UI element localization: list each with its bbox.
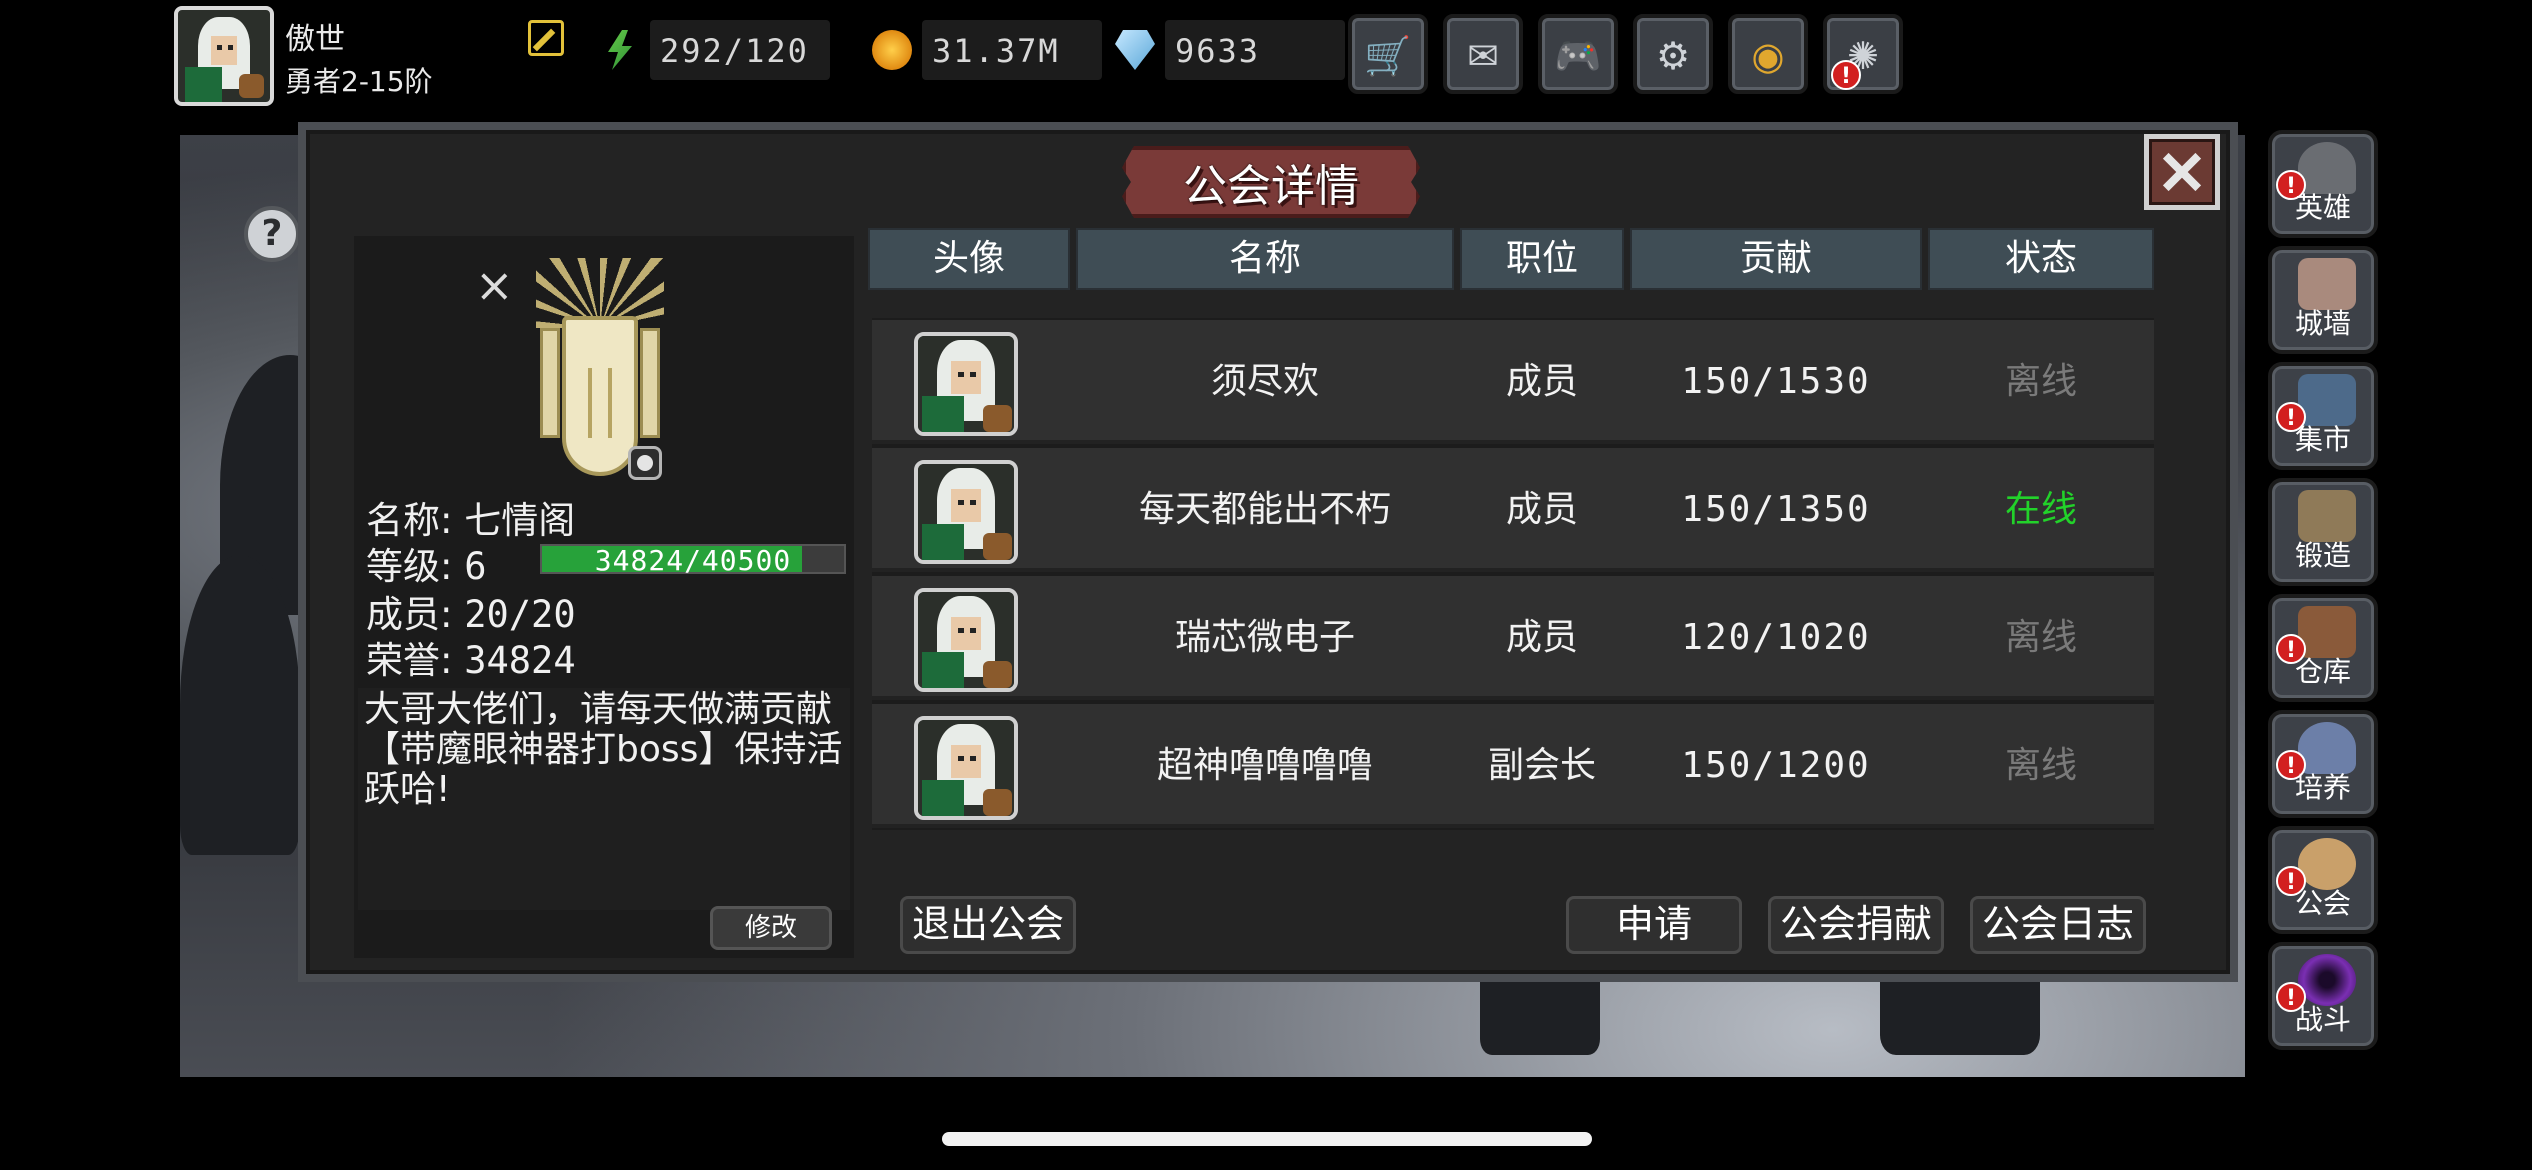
side-item-battle[interactable]: ! 战斗 — [2268, 942, 2378, 1050]
column-header-avatar: 头像 — [868, 228, 1070, 290]
gamepad-icon: 🎮 — [1554, 34, 1602, 78]
aperture-button[interactable]: ◉ — [1728, 14, 1808, 94]
top-bar: 傲世 勇者2-15阶 292/120 31.37M 9633 🛒 ✉ 🎮 ⚙ ◉… — [170, 0, 1920, 115]
energy-value: 292/120 — [660, 32, 809, 70]
member-position: 成员 — [1505, 489, 1578, 530]
gamepad-button[interactable]: 🎮 — [1538, 14, 1618, 94]
edit-name-icon[interactable] — [528, 20, 564, 56]
close-icon[interactable]: × — [475, 258, 514, 312]
fireworks-button[interactable]: ✺ ! — [1823, 14, 1903, 94]
side-item-market[interactable]: ! 集市 — [2268, 362, 2378, 470]
side-item-label: 仓库 — [2294, 655, 2351, 688]
table-row[interactable]: 须尽欢 成员 150/1530 离线 — [872, 320, 2154, 444]
column-header-contribution: 贡献 — [1630, 228, 1922, 290]
player-name: 傲世 — [285, 22, 345, 57]
gold-value: 31.37M — [932, 32, 1060, 70]
member-position: 副会长 — [1487, 745, 1596, 786]
member-contribution: 120/1020 — [1681, 617, 1871, 658]
side-item-label: 城墙 — [2294, 307, 2351, 340]
dialog-title: 公会详情 — [1183, 161, 1359, 212]
side-item-label: 集市 — [2294, 423, 2351, 456]
member-status: 在线 — [2004, 489, 2077, 530]
xp-text: 34824/40500 — [594, 544, 792, 577]
member-status: 离线 — [2004, 745, 2077, 786]
member-avatar[interactable] — [914, 588, 1018, 692]
aperture-icon: ◉ — [1751, 34, 1785, 78]
guild-honor-label: 荣誉: — [366, 639, 453, 682]
gem-value: 9633 — [1175, 32, 1261, 70]
side-item-forge[interactable]: 锻造 — [2268, 478, 2378, 586]
side-item-training[interactable]: ! 培养 — [2268, 710, 2378, 818]
alert-badge: ! — [1831, 60, 1861, 90]
guild-honor: 34824 — [464, 639, 576, 682]
member-name: 每天都能出不朽 — [1138, 489, 1391, 530]
settings-button[interactable]: ⚙ — [1633, 14, 1713, 94]
side-item-warehouse[interactable]: ! 仓库 — [2268, 594, 2378, 702]
guild-notice: 大哥大佬们，请每天做满贡献【带魔眼神器打boss】保持活跃哈! — [364, 689, 843, 810]
column-header-status: 状态 — [1928, 228, 2154, 290]
member-status: 离线 — [2004, 361, 2077, 402]
member-position: 成员 — [1505, 617, 1578, 658]
energy-icon — [608, 30, 632, 70]
member-avatar[interactable] — [914, 332, 1018, 436]
side-item-label: 公会 — [2294, 887, 2351, 920]
modify-notice-button[interactable]: 修改 — [710, 906, 832, 950]
member-position: 成员 — [1505, 361, 1578, 402]
side-item-heroes[interactable]: ! 英雄 — [2268, 130, 2378, 238]
gear-icon: ⚙ — [1655, 34, 1691, 78]
side-item-label: 英雄 — [2294, 191, 2351, 224]
guild-emblem[interactable] — [530, 258, 670, 478]
player-avatar[interactable] — [174, 6, 274, 106]
guild-honor-row: 荣誉: 34824 — [366, 630, 576, 684]
member-status: 离线 — [2004, 617, 2077, 658]
side-item-guild[interactable]: ! 公会 — [2268, 826, 2378, 934]
member-contribution: 150/1350 — [1681, 489, 1871, 530]
member-name: 须尽欢 — [1210, 361, 1319, 402]
guild-log-button[interactable]: 公会日志 — [1970, 896, 2146, 954]
guild-level-row: 等级: 6 — [366, 536, 487, 590]
gem-icon — [1115, 30, 1155, 70]
shop-button[interactable]: 🛒 — [1348, 14, 1428, 94]
member-name: 瑞芯微电子 — [1174, 617, 1355, 658]
side-item-label: 战斗 — [2294, 1003, 2351, 1036]
close-button[interactable] — [2144, 134, 2220, 210]
palette-icon[interactable] — [628, 446, 662, 480]
side-item-label: 培养 — [2294, 771, 2351, 804]
member-avatar[interactable] — [914, 460, 1018, 564]
player-rank: 勇者2-15阶 — [285, 65, 433, 98]
guild-level: 6 — [464, 545, 487, 588]
guild-xp-bar: 34824/40500 — [540, 544, 846, 577]
member-contribution: 150/1200 — [1681, 745, 1871, 786]
member-avatar[interactable] — [914, 716, 1018, 820]
table-row[interactable]: 超神噜噜噜噜 副会长 150/1200 离线 — [872, 704, 2154, 828]
table-row[interactable]: 每天都能出不朽 成员 150/1350 在线 — [872, 448, 2154, 572]
home-indicator — [942, 1132, 1592, 1146]
apply-button[interactable]: 申请 — [1566, 896, 1742, 954]
guild-donate-button[interactable]: 公会捐献 — [1768, 896, 1944, 954]
column-header-name: 名称 — [1076, 228, 1454, 290]
table-row[interactable]: 瑞芯微电子 成员 120/1020 离线 — [872, 576, 2154, 700]
member-name: 超神噜噜噜噜 — [1156, 745, 1373, 786]
member-contribution: 150/1530 — [1681, 361, 1871, 402]
mail-button[interactable]: ✉ — [1443, 14, 1523, 94]
guild-level-label: 等级: — [366, 545, 453, 588]
side-item-wall[interactable]: 城墙 — [2268, 246, 2378, 354]
cart-icon: 🛒 — [1364, 34, 1412, 78]
side-item-label: 锻造 — [2294, 539, 2351, 572]
column-header-position: 职位 — [1460, 228, 1624, 290]
mail-icon: ✉ — [1467, 34, 1499, 78]
help-button[interactable]: ? — [244, 206, 300, 262]
gold-coin-icon — [872, 30, 912, 70]
leave-guild-button[interactable]: 退出公会 — [900, 896, 1076, 954]
